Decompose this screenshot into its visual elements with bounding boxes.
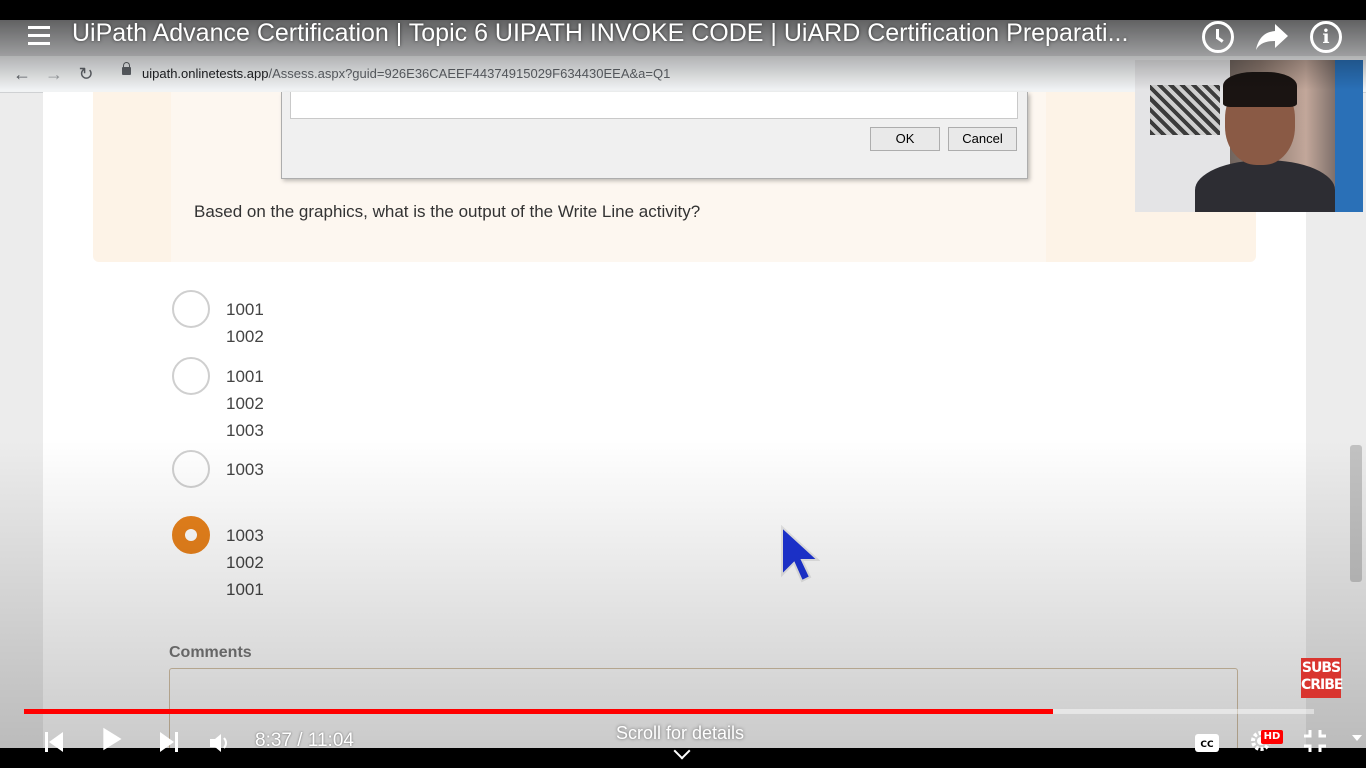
option-text: 1003 1002 1001 (226, 522, 264, 603)
webcam-person-body (1195, 160, 1335, 212)
radio-button[interactable] (172, 357, 210, 395)
exit-fullscreen-icon[interactable] (1302, 728, 1328, 754)
radio-button[interactable] (172, 290, 210, 328)
option-line: 1002 (226, 394, 264, 413)
comments-label: Comments (169, 644, 252, 661)
question-text: Based on the graphics, what is the outpu… (194, 202, 701, 221)
option-text: 1001 1002 1003 (226, 363, 264, 444)
captions-icon[interactable]: CC (1194, 730, 1220, 756)
time-display: 8:37 / 11:04 (255, 730, 354, 751)
lock-icon (122, 62, 131, 75)
option-line: 1003 (226, 460, 264, 479)
url-field: uipath.onlinetests.app/Assess.aspx?guid=… (108, 62, 1208, 86)
video-title[interactable]: UiPath Advance Certification | Topic 6 U… (72, 19, 1128, 48)
forward-icon: → (45, 64, 63, 84)
cursor-arrow-icon (781, 525, 820, 583)
url-host: uipath.onlinetests.app (142, 66, 269, 81)
dialog-screenshot: OK Cancel (281, 92, 1028, 179)
watch-later-icon[interactable] (1202, 21, 1234, 53)
next-icon[interactable] (157, 729, 181, 755)
webcam-person-hair (1223, 72, 1297, 107)
webcam-overlay (1135, 60, 1363, 212)
video-frame[interactable]: ← → ↻ uipath.onlinetests.app/Assess.aspx… (0, 20, 1366, 748)
webcam-wall-art (1150, 85, 1220, 135)
option-line: 1001 (226, 580, 264, 599)
option-text: 1001 1002 (226, 296, 264, 350)
option-line: 1003 (226, 526, 264, 545)
play-icon[interactable] (99, 726, 125, 752)
radio-button-selected[interactable] (172, 516, 210, 554)
volume-icon[interactable] (208, 730, 232, 756)
subscribe-text-1: SUBS (1301, 660, 1341, 676)
url-path: /Assess.aspx?guid=926E36CAEEF44374915029… (268, 66, 671, 81)
dialog-ok-button: OK (870, 127, 940, 151)
caret-down-icon (1352, 735, 1362, 741)
webcam-wall-right (1335, 60, 1363, 212)
progress-played (24, 709, 1054, 714)
hd-badge: HD (1261, 730, 1283, 744)
reload-icon: ↻ (78, 64, 94, 84)
share-icon[interactable] (1255, 22, 1289, 52)
question-box: OK Cancel Based on the graphics, what is… (93, 92, 1256, 262)
info-icon[interactable]: i (1310, 21, 1342, 53)
scroll-for-details[interactable]: Scroll for details (616, 723, 744, 744)
option-line: 1002 (226, 553, 264, 572)
progress-bar[interactable] (24, 709, 1314, 714)
dialog-text-field (290, 92, 1018, 119)
back-icon: ← (13, 64, 31, 84)
playlist-icon[interactable] (28, 26, 50, 46)
svg-text:CC: CC (1200, 740, 1214, 750)
radio-button[interactable] (172, 450, 210, 488)
option-line: 1001 (226, 300, 264, 319)
subscribe-text-2: CRIBE (1301, 677, 1344, 693)
url-text: uipath.onlinetests.app/Assess.aspx?guid=… (142, 66, 670, 81)
page-scrollbar-thumb[interactable] (1350, 445, 1362, 582)
option-line: 1002 (226, 327, 264, 346)
subscribe-watermark[interactable]: SUBS CRIBE (1301, 658, 1344, 698)
option-line: 1003 (226, 421, 264, 440)
dialog-cancel-button: Cancel (948, 127, 1017, 151)
question-image-area: OK Cancel (171, 92, 1046, 262)
previous-icon[interactable] (42, 729, 66, 755)
option-line: 1001 (226, 367, 264, 386)
option-text: 1003 (226, 456, 264, 483)
